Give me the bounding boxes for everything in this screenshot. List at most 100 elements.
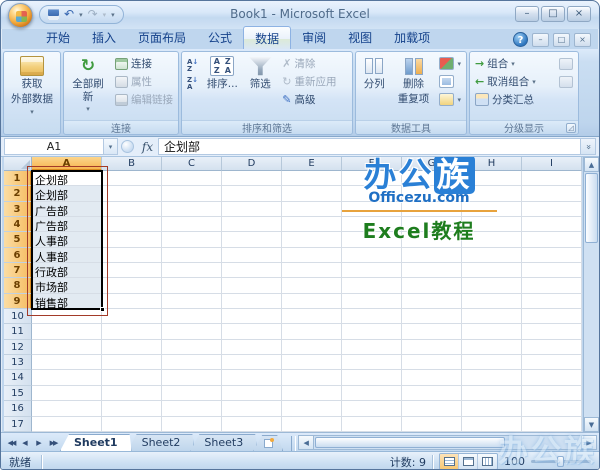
cell-F9[interactable]	[342, 293, 402, 310]
cell-H10[interactable]	[462, 309, 522, 325]
cell-C4[interactable]	[162, 217, 222, 233]
row-header-15[interactable]: 15	[4, 385, 32, 402]
page-layout-view-button[interactable]	[459, 454, 478, 469]
cell-A14[interactable]	[32, 370, 102, 386]
scroll-right-icon[interactable]: ▶	[581, 436, 596, 449]
cell-I5[interactable]	[522, 232, 582, 248]
cell-I6[interactable]	[522, 247, 582, 264]
horizontal-scrollbar[interactable]: ◀ ▶	[298, 435, 597, 450]
cell-B7[interactable]	[102, 263, 162, 279]
insert-function-button[interactable]: fx	[137, 138, 159, 155]
cell-A15[interactable]	[32, 385, 102, 402]
cell-G7[interactable]	[402, 263, 462, 279]
column-header-C[interactable]: C	[162, 157, 222, 171]
cell-E14[interactable]	[282, 370, 342, 386]
scroll-down-icon[interactable]: ▼	[584, 417, 599, 432]
cell-G14[interactable]	[402, 370, 462, 386]
cell-A17[interactable]	[32, 416, 102, 432]
ribbon-tab-页面布局[interactable]: 页面布局	[127, 26, 197, 49]
cell-E11[interactable]	[282, 324, 342, 340]
cell-F11[interactable]	[342, 324, 402, 340]
cell-E15[interactable]	[282, 385, 342, 402]
cell-B12[interactable]	[102, 339, 162, 356]
cell-G10[interactable]	[402, 309, 462, 325]
cell-H14[interactable]	[462, 370, 522, 386]
cell-C1[interactable]	[162, 171, 222, 187]
cell-E6[interactable]	[282, 247, 342, 264]
workbook-close-button[interactable]: ×	[574, 32, 591, 47]
cell-D11[interactable]	[222, 324, 282, 340]
cell-C12[interactable]	[162, 339, 222, 356]
name-box[interactable]: A1	[4, 138, 104, 155]
cell-D13[interactable]	[222, 355, 282, 371]
cell-I11[interactable]	[522, 324, 582, 340]
group-button[interactable]: → 组合 ▾	[472, 55, 554, 72]
cell-D17[interactable]	[222, 416, 282, 432]
cell-C10[interactable]	[162, 309, 222, 325]
row-header-12[interactable]: 12	[4, 339, 32, 356]
cell-G13[interactable]	[402, 355, 462, 371]
zoom-level[interactable]: 100	[504, 455, 525, 468]
cell-E16[interactable]	[282, 401, 342, 417]
cell-C11[interactable]	[162, 324, 222, 340]
ribbon-tab-插入[interactable]: 插入	[81, 26, 127, 49]
cell-B2[interactable]	[102, 186, 162, 202]
cell-F17[interactable]	[342, 416, 402, 432]
cell-G16[interactable]	[402, 401, 462, 417]
cell-D7[interactable]	[222, 263, 282, 279]
next-sheet-button[interactable]: ▶	[32, 436, 46, 451]
cell-E9[interactable]	[282, 293, 342, 310]
cell-B4[interactable]	[102, 217, 162, 233]
cell-F16[interactable]	[342, 401, 402, 417]
dialog-launcher-icon[interactable]: ◿	[566, 123, 576, 133]
remove-duplicates-button[interactable]: 删除 重复项	[393, 54, 435, 120]
cell-I1[interactable]	[522, 171, 582, 187]
cell-B14[interactable]	[102, 370, 162, 386]
row-header-11[interactable]: 11	[4, 324, 32, 340]
vertical-scroll-thumb[interactable]	[585, 173, 598, 243]
cell-B3[interactable]	[102, 201, 162, 218]
cell-C8[interactable]	[162, 278, 222, 294]
cell-I12[interactable]	[522, 339, 582, 356]
cell-D1[interactable]	[222, 171, 282, 187]
data-validation-button[interactable]: ▾	[436, 55, 464, 72]
ungroup-button[interactable]: ← 取消组合 ▾	[472, 73, 554, 90]
cell-C16[interactable]	[162, 401, 222, 417]
cell-D14[interactable]	[222, 370, 282, 386]
connections-button[interactable]: 连接	[112, 55, 176, 72]
workbook-minimize-button[interactable]: –	[532, 32, 549, 47]
previous-sheet-button[interactable]: ◀	[18, 436, 32, 451]
cell-F12[interactable]	[342, 339, 402, 356]
cell-C17[interactable]	[162, 416, 222, 432]
cell-C15[interactable]	[162, 385, 222, 402]
last-sheet-button[interactable]: ▶▶	[46, 436, 60, 451]
cell-I3[interactable]	[522, 201, 582, 218]
cell-D10[interactable]	[222, 309, 282, 325]
cell-C5[interactable]	[162, 232, 222, 248]
consolidate-button[interactable]	[436, 73, 464, 90]
cell-I16[interactable]	[522, 401, 582, 417]
scroll-up-icon[interactable]: ▲	[584, 157, 599, 172]
cell-I8[interactable]	[522, 278, 582, 294]
cell-A13[interactable]	[32, 355, 102, 371]
name-box-dropdown-icon[interactable]: ▾	[104, 138, 118, 155]
cell-E12[interactable]	[282, 339, 342, 356]
cell-H8[interactable]	[462, 278, 522, 294]
filter-button[interactable]: 筛选	[243, 54, 277, 120]
cell-G9[interactable]	[402, 293, 462, 310]
cell-I15[interactable]	[522, 385, 582, 402]
cell-G6[interactable]	[402, 247, 462, 264]
cell-C14[interactable]	[162, 370, 222, 386]
cell-F14[interactable]	[342, 370, 402, 386]
row-header-13[interactable]: 13	[4, 355, 32, 371]
sheet-tab-Sheet3[interactable]: Sheet3	[190, 434, 257, 451]
cell-G11[interactable]	[402, 324, 462, 340]
cell-B11[interactable]	[102, 324, 162, 340]
cell-B6[interactable]	[102, 247, 162, 264]
cell-E8[interactable]	[282, 278, 342, 294]
cell-B13[interactable]	[102, 355, 162, 371]
cell-I17[interactable]	[522, 416, 582, 432]
ribbon-tab-加载项[interactable]: 加载项	[383, 26, 441, 49]
row-header-14[interactable]: 14	[4, 370, 32, 386]
ribbon-tab-公式[interactable]: 公式	[197, 26, 243, 49]
